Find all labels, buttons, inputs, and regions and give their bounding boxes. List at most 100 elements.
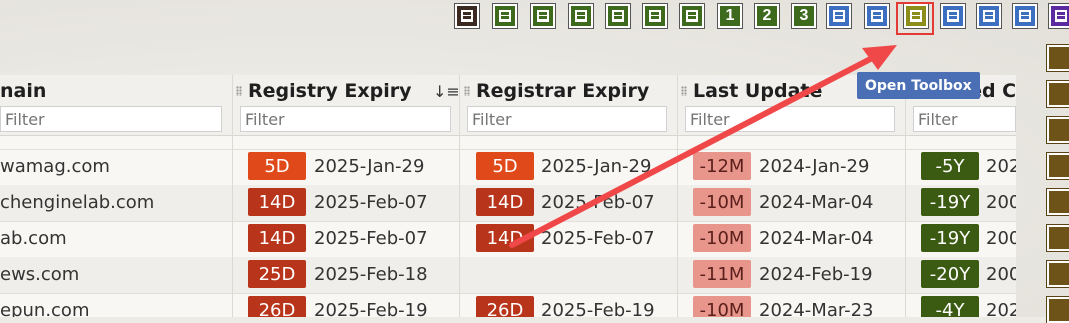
table-icon-glyph: [537, 10, 549, 22]
registry-expiry-badge: 5D: [248, 152, 306, 180]
registry-expiry-badge: 14D: [248, 224, 306, 252]
created-badge: -19Y: [921, 188, 979, 216]
created-date: 200: [986, 228, 1016, 249]
created-date: 200: [986, 264, 1016, 285]
filter-last-update-input[interactable]: [685, 106, 895, 132]
registry-expiry-badge: 25D: [248, 260, 306, 288]
domain-cell: wamag.com: [0, 156, 110, 177]
domain-table: nain Registry Expiry ↓≡ Registrar Expiry…: [0, 75, 1016, 317]
drag-handle-icon[interactable]: [464, 86, 470, 96]
power-icon[interactable]: [1048, 3, 1069, 29]
toolbar-button-two[interactable]: 2: [754, 3, 780, 29]
card-icon-glyph: [649, 10, 661, 22]
sort-icon[interactable]: ↓≡: [433, 82, 460, 101]
registrar-expiry-badge: 14D: [476, 188, 534, 216]
search-icon[interactable]: [1046, 116, 1069, 144]
table-icon[interactable]: [530, 3, 556, 29]
drag-handle-icon[interactable]: [681, 86, 687, 96]
registrar-expiry-date: 2025-Feb-07: [541, 228, 655, 249]
column-domain-header[interactable]: nain: [0, 80, 46, 102]
registrar-expiry-badge: 14D: [476, 224, 534, 252]
bell-icon-glyph: [1019, 10, 1031, 22]
grid-icon[interactable]: [1046, 152, 1069, 180]
filter-registrar-expiry-input[interactable]: [467, 106, 667, 132]
calendar-icon[interactable]: [454, 3, 480, 29]
registry-expiry-badge: 26D: [248, 296, 306, 317]
shield-icon-glyph: [947, 10, 959, 22]
column-divider: [677, 75, 678, 317]
bar-chart-icon[interactable]: [605, 3, 631, 29]
plus-circle-icon[interactable]: [1046, 44, 1069, 72]
last-update-date: 2024-Jan-29: [759, 156, 870, 177]
monitor-icon[interactable]: [679, 3, 705, 29]
created-badge: -5Y: [921, 152, 979, 180]
last-update-badge: -10M: [693, 296, 751, 317]
list-icon[interactable]: [492, 3, 518, 29]
registry-expiry-date: 2025-Feb-18: [314, 264, 428, 285]
last-update-badge: -12M: [693, 152, 751, 180]
bell-icon[interactable]: [1012, 3, 1038, 29]
filter-domain-input[interactable]: [0, 106, 222, 132]
sliders-icon-glyph: [833, 10, 845, 22]
last-update-date: 2024-Feb-19: [759, 264, 873, 285]
power-icon-glyph: [1055, 10, 1067, 22]
filter-registry-expiry-input[interactable]: [240, 106, 451, 132]
table-row[interactable]: ews.com 25D 2025-Feb-18 -11M 2024-Feb-19 -20Y…: [0, 257, 1016, 294]
monitor-icon-glyph: [686, 10, 698, 22]
column-last-update-header[interactable]: Last Update: [693, 80, 822, 102]
list-detail-icon[interactable]: [976, 3, 1002, 29]
domain-cell: chenginelab.com: [0, 192, 155, 213]
card-icon[interactable]: [642, 3, 668, 29]
column-registrar-expiry-header[interactable]: Registrar Expiry: [476, 80, 649, 102]
gauge-icon-glyph: [871, 10, 883, 22]
trash-icon[interactable]: [1046, 80, 1069, 108]
column-registry-expiry-header[interactable]: Registry Expiry: [248, 80, 412, 102]
drag-handle-icon[interactable]: [236, 86, 242, 96]
registrar-expiry-badge: 26D: [476, 296, 534, 317]
created-badge: -19Y: [921, 224, 979, 252]
last-update-date: 2024-Mar-23: [759, 300, 874, 317]
bar-chart-icon-glyph: [612, 10, 624, 22]
registry-expiry-badge: 14D: [248, 188, 306, 216]
shield-icon[interactable]: [940, 3, 966, 29]
book-icon[interactable]: [1046, 188, 1069, 216]
registrar-expiry-date: 2025-Feb-19: [541, 300, 655, 317]
calendar-icon-glyph: [461, 10, 473, 22]
toolbar-button-one[interactable]: 1: [717, 3, 743, 29]
domain-cell: ews.com: [0, 264, 80, 285]
table-row-partial[interactable]: [0, 135, 1016, 150]
domain-cell: epun.com: [0, 300, 90, 317]
last-update-badge: -10M: [693, 224, 751, 252]
calendar-grid-icon[interactable]: [1046, 260, 1069, 288]
last-update-date: 2024-Mar-04: [759, 228, 874, 249]
registrar-expiry-date: 2025-Feb-07: [541, 192, 655, 213]
gauge-icon[interactable]: [864, 3, 890, 29]
table-row[interactable]: wamag.com 5D 2025-Jan-29 5D 2025-Jan-29 -12M 2…: [0, 149, 1016, 186]
folder-icon[interactable]: [1046, 296, 1069, 323]
created-date: 202: [986, 156, 1016, 177]
column-divider: [232, 75, 233, 317]
last-update-badge: -10M: [693, 188, 751, 216]
download-icon[interactable]: [1046, 224, 1069, 252]
last-update-badge: -11M: [693, 260, 751, 288]
list-detail-icon-glyph: [983, 10, 995, 22]
created-date: 200: [986, 192, 1016, 213]
filter-created-input[interactable]: [913, 106, 1016, 132]
table-row[interactable]: ab.com 14D 2025-Feb-07 14D 2025-Feb-07 -10M 20…: [0, 221, 1016, 258]
registrar-expiry-date: 2025-Jan-29: [541, 156, 652, 177]
table-row[interactable]: chenginelab.com 14D 2025-Feb-07 14D 2025-Feb…: [0, 185, 1016, 222]
column-divider: [459, 75, 460, 317]
list-icon-glyph: [499, 10, 511, 22]
registry-expiry-date: 2025-Feb-07: [314, 192, 428, 213]
registry-expiry-date: 2025-Jan-29: [314, 156, 425, 177]
registry-expiry-date: 2025-Feb-19: [314, 300, 428, 317]
sliders-icon[interactable]: [826, 3, 852, 29]
table-row[interactable]: epun.com 26D 2025-Feb-19 26D 2025-Feb-19 -10M…: [0, 293, 1016, 317]
toolbar-button-three[interactable]: 3: [791, 3, 817, 29]
created-badge: -20Y: [921, 260, 979, 288]
rows-icon-glyph: [575, 10, 587, 22]
domain-cell: ab.com: [0, 228, 67, 249]
rows-icon[interactable]: [568, 3, 594, 29]
column-divider: [905, 75, 906, 317]
tooltip: Open Toolbox: [857, 72, 980, 99]
